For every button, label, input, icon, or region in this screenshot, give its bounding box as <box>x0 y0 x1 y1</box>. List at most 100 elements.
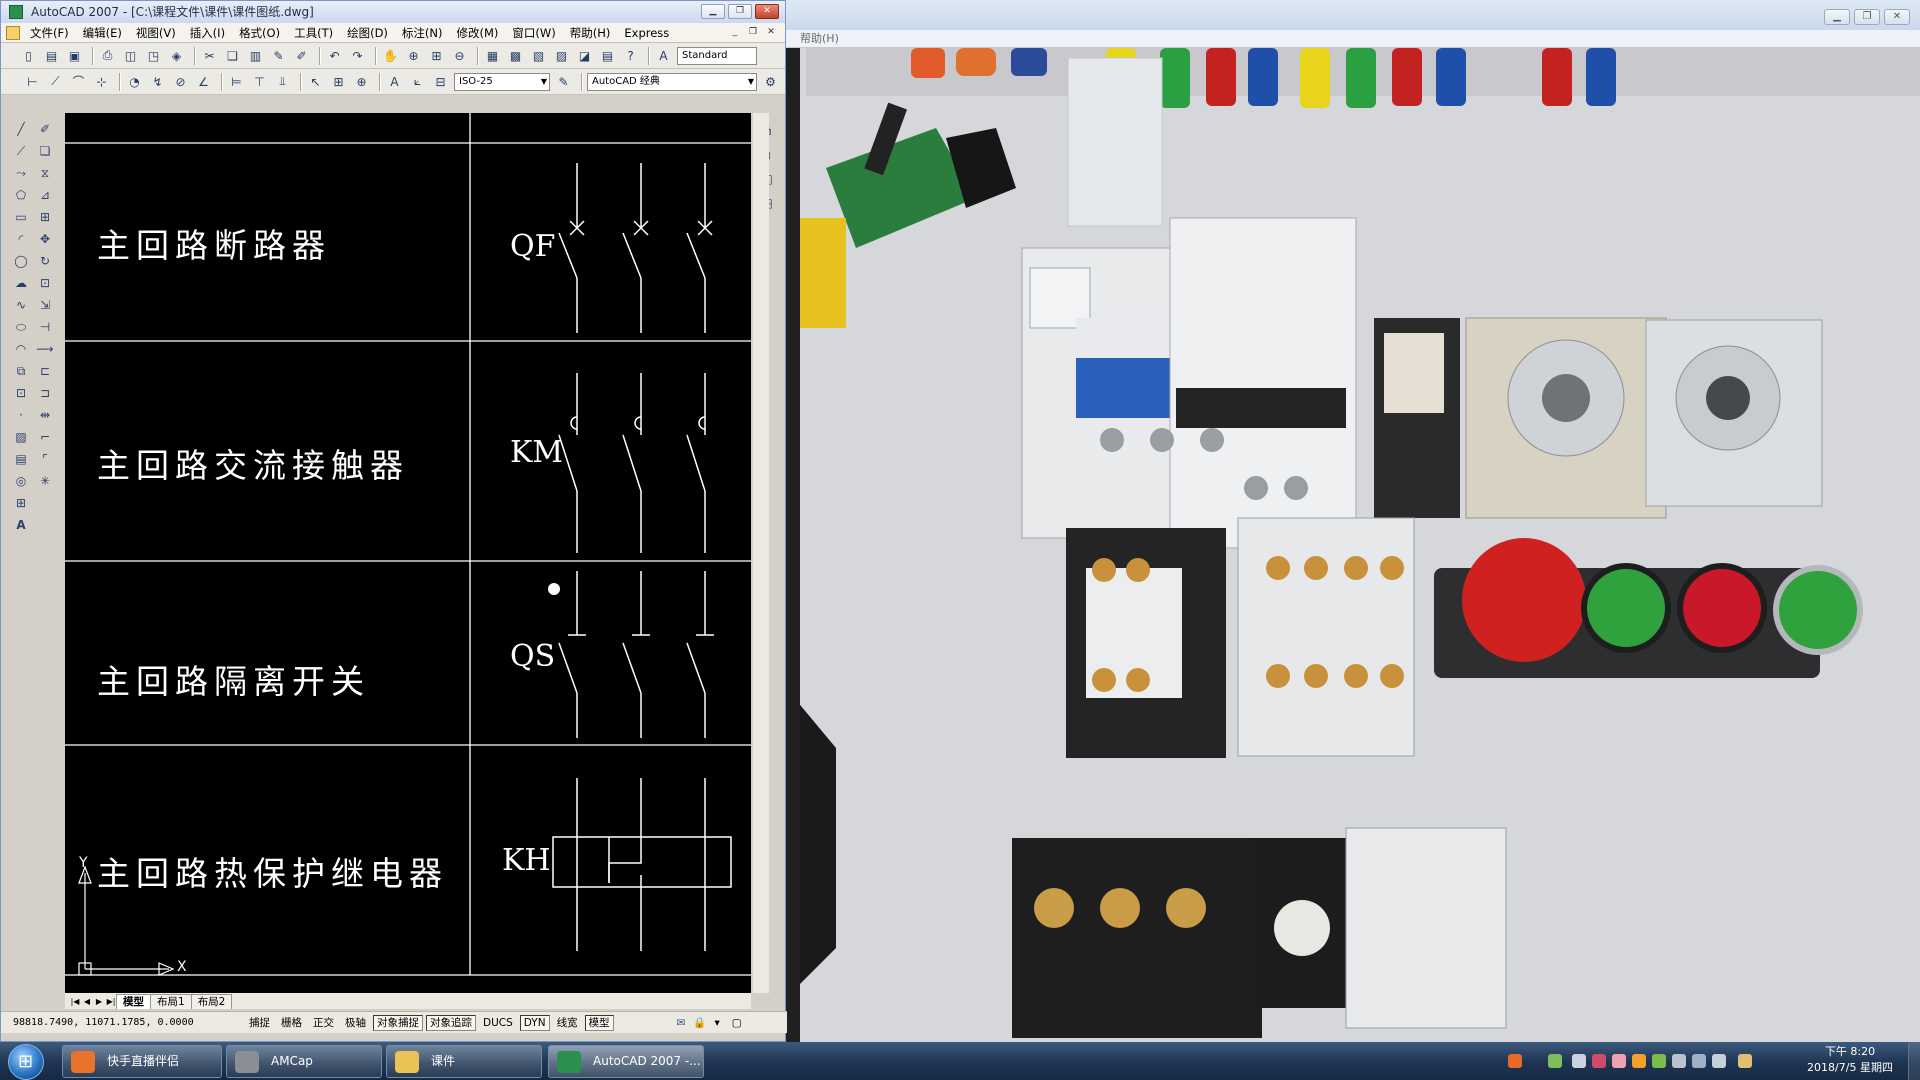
close-button[interactable]: ✕ <box>755 4 779 19</box>
zoom-previous-icon[interactable]: ⊖ <box>450 46 469 65</box>
diameter-dim-icon[interactable]: ⊘ <box>171 72 190 91</box>
doc-restore-button[interactable]: ❐ <box>745 26 761 39</box>
ordinate-dim-icon[interactable]: ⊹ <box>92 72 111 91</box>
vertical-scrollbar[interactable] <box>753 113 769 993</box>
scale-icon[interactable]: ⊡ <box>35 273 55 293</box>
close-button[interactable]: ✕ <box>1884 9 1910 25</box>
grid-toggle[interactable]: 栅格 <box>277 1015 306 1031</box>
design-center-icon[interactable]: ▩ <box>506 46 525 65</box>
drawing-canvas[interactable]: 主回路断路器 QF 主回路交流接触器 KM 主回路隔离开关 QS 主回路热保护继… <box>65 113 751 993</box>
print-icon[interactable]: ⎙ <box>98 46 117 65</box>
menu-file[interactable]: 文件(F) <box>23 23 76 43</box>
point-icon[interactable]: · <box>11 405 31 425</box>
help-icon[interactable]: ? <box>621 46 640 65</box>
tray-app2-icon[interactable] <box>1592 1054 1606 1068</box>
tray-app-icon[interactable] <box>1508 1054 1522 1068</box>
polygon-icon[interactable]: ⬠ <box>11 185 31 205</box>
join-icon[interactable]: ⇹ <box>35 405 55 425</box>
undo-icon[interactable]: ↶ <box>325 46 344 65</box>
next-tab-arrow-icon[interactable]: ▶ <box>93 997 105 1006</box>
dim-style-icon[interactable]: ✎ <box>554 72 573 91</box>
publish-icon[interactable]: ◳ <box>144 46 163 65</box>
workspace-settings-icon[interactable]: ⚙ <box>761 72 780 91</box>
ortho-toggle[interactable]: 正交 <box>309 1015 338 1031</box>
mirror-icon[interactable]: ⧖ <box>35 163 55 183</box>
markup-icon[interactable]: ◪ <box>575 46 594 65</box>
tray-qq-icon[interactable] <box>1572 1054 1586 1068</box>
zoom-realtime-icon[interactable]: ⊕ <box>404 46 423 65</box>
construction-line-icon[interactable]: ⟋ <box>11 141 31 161</box>
autocad-app-icon[interactable] <box>9 5 23 19</box>
array-icon[interactable]: ⊞ <box>35 207 55 227</box>
copy-object-icon[interactable]: ❏ <box>35 141 55 161</box>
text-style-icon[interactable]: A <box>654 46 673 65</box>
revision-cloud-icon[interactable]: ☁ <box>11 273 31 293</box>
ellipse-icon[interactable]: ⬭ <box>11 317 31 337</box>
maximize-button[interactable]: ❐ <box>728 4 752 19</box>
tray-app6-icon[interactable] <box>1672 1054 1686 1068</box>
save-icon[interactable]: ▣ <box>65 46 84 65</box>
trim-icon[interactable]: ⊣ <box>35 317 55 337</box>
cut-icon[interactable]: ✂ <box>200 46 219 65</box>
menu-format[interactable]: 格式(O) <box>232 23 287 43</box>
spline-icon[interactable]: ∿ <box>11 295 31 315</box>
hatch-icon[interactable]: ▨ <box>11 427 31 447</box>
move-icon[interactable]: ✥ <box>35 229 55 249</box>
leader-icon[interactable]: ↖ <box>306 72 325 91</box>
mtext-icon[interactable]: A <box>11 515 31 535</box>
offset-icon[interactable]: ⊿ <box>35 185 55 205</box>
angular-dim-icon[interactable]: ∠ <box>194 72 213 91</box>
input-method-icon[interactable] <box>1738 1054 1752 1068</box>
table-icon[interactable]: ⊞ <box>11 493 31 513</box>
minimize-button[interactable]: ▁ <box>701 4 725 19</box>
menu-edit[interactable]: 编辑(E) <box>76 23 129 43</box>
chamfer-icon[interactable]: ⌐ <box>35 427 55 447</box>
continue-dim-icon[interactable]: ⫫ <box>273 72 292 91</box>
start-button[interactable]: ⊞ <box>8 1044 44 1080</box>
gradient-icon[interactable]: ▤ <box>11 449 31 469</box>
dim-edit-icon[interactable]: A <box>385 72 404 91</box>
center-mark-icon[interactable]: ⊕ <box>352 72 371 91</box>
ellipse-arc-icon[interactable]: ◠ <box>11 339 31 359</box>
text-style-select[interactable]: Standard <box>677 46 757 65</box>
make-block-icon[interactable]: ⊡ <box>11 383 31 403</box>
polar-toggle[interactable]: 极轴 <box>341 1015 370 1031</box>
copy-icon[interactable]: ❏ <box>223 46 242 65</box>
task-item-amcap[interactable]: AMCap <box>226 1045 382 1078</box>
menu-tools[interactable]: 工具(T) <box>287 23 340 43</box>
ducs-toggle[interactable]: DUCS <box>479 1015 517 1031</box>
match-properties-icon[interactable]: ✎ <box>269 46 288 65</box>
document-icon[interactable] <box>6 26 20 40</box>
tray-app5-icon[interactable] <box>1652 1054 1666 1068</box>
menu-window[interactable]: 窗口(W) <box>505 23 562 43</box>
circle-icon[interactable]: ◯ <box>11 251 31 271</box>
menu-help[interactable]: 帮助(H) <box>563 23 618 43</box>
tab-layout2[interactable]: 布局2 <box>190 993 233 1009</box>
dim-update-icon[interactable]: ⊟ <box>431 72 450 91</box>
battery-icon[interactable] <box>1548 1054 1562 1068</box>
dim-style-select[interactable]: ISO-25 ▼ <box>454 72 550 91</box>
line-icon[interactable]: ╱ <box>11 119 31 139</box>
aligned-dim-icon[interactable]: ⟋ <box>46 72 65 91</box>
pan-icon[interactable]: ✋ <box>381 46 400 65</box>
block-editor-icon[interactable]: ✐ <box>292 46 311 65</box>
amcap-titlebar[interactable]: ▁ ❐ ✕ <box>786 0 1920 30</box>
open-icon[interactable]: ▤ <box>42 46 61 65</box>
3d-dwf-icon[interactable]: ◈ <box>167 46 186 65</box>
task-item-kuaishou[interactable]: 快手直播伴侣 <box>62 1045 222 1078</box>
explode-icon[interactable]: ✳ <box>35 471 55 491</box>
jogged-dim-icon[interactable]: ↯ <box>148 72 167 91</box>
network-icon[interactable] <box>1692 1054 1706 1068</box>
osnap-toggle[interactable]: 对象捕捉 <box>373 1014 423 1031</box>
sheet-set-icon[interactable]: ▨ <box>552 46 571 65</box>
print-preview-icon[interactable]: ◫ <box>121 46 140 65</box>
rectangle-icon[interactable]: ▭ <box>11 207 31 227</box>
arc-length-icon[interactable]: ⌒ <box>69 72 88 91</box>
workspace-select[interactable]: AutoCAD 经典 ▼ <box>587 72 757 91</box>
show-desktop-button[interactable] <box>1908 1042 1920 1080</box>
menu-modify[interactable]: 修改(M) <box>450 23 506 43</box>
model-toggle[interactable]: 模型 <box>584 1014 614 1031</box>
doc-close-button[interactable]: ✕ <box>763 26 779 39</box>
new-icon[interactable]: ▯ <box>19 46 38 65</box>
quick-dim-icon[interactable]: ⊨ <box>227 72 246 91</box>
